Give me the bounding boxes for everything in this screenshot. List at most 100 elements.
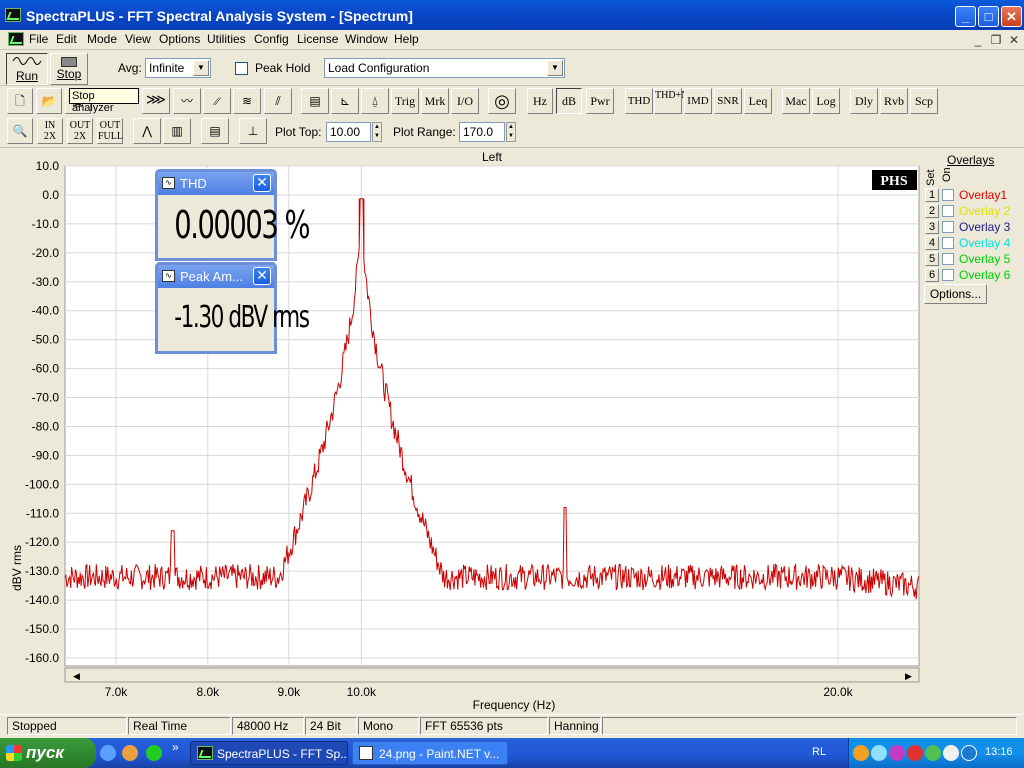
overlay-row[interactable]: 5 Overlay 5 xyxy=(925,252,1023,268)
db-button[interactable]: dB xyxy=(556,88,582,114)
close-button[interactable]: ✕ xyxy=(1001,6,1022,27)
overlay-set-button[interactable]: 4 xyxy=(925,236,939,250)
config-select[interactable]: Load Configuration ▼ xyxy=(324,58,565,78)
scroll-right-icon[interactable]: ▶ xyxy=(905,671,912,681)
tray-network-icon[interactable] xyxy=(871,745,887,761)
settings-panel-button[interactable]: ▤ xyxy=(201,118,229,144)
overlay-set-button[interactable]: 5 xyxy=(925,252,939,266)
peak-amplitude-window[interactable]: ∿ Peak Am... ✕ -1.30 dBV rms xyxy=(155,262,310,354)
clock[interactable]: 13:16 xyxy=(985,746,1013,758)
overlay-set-button[interactable]: 1 xyxy=(925,188,939,202)
menu-options[interactable]: Options xyxy=(159,32,200,46)
overlay-checkbox[interactable] xyxy=(942,253,954,265)
scroll-left-icon[interactable]: ◀ xyxy=(73,671,80,681)
mrk-button[interactable]: Mrk xyxy=(421,88,449,114)
menu-license[interactable]: License xyxy=(297,32,338,46)
signal-generator-button[interactable]: ◎ xyxy=(488,88,516,114)
mdi-minimize-icon[interactable]: _ xyxy=(970,33,986,47)
overlay-checkbox[interactable] xyxy=(942,205,954,217)
menu-view[interactable]: View xyxy=(125,32,151,46)
panel-button[interactable]: ▤ xyxy=(301,88,329,114)
start-button[interactable]: пуск xyxy=(0,738,96,768)
zoom-in-2x-button[interactable]: IN 2X xyxy=(37,118,63,144)
menu-edit[interactable]: Edit xyxy=(56,32,77,46)
io-button[interactable]: I/O xyxy=(451,88,479,114)
mac-button[interactable]: Mac xyxy=(782,88,810,114)
waveform-button[interactable]: 〰 xyxy=(173,88,201,114)
quicklaunch-firefox-icon[interactable] xyxy=(122,745,138,761)
plot-range-input[interactable]: 170.0 xyxy=(459,122,505,142)
zoom-full-button[interactable]: OUT FULL xyxy=(97,118,123,144)
hz-button[interactable]: Hz xyxy=(527,88,553,114)
spectrogram-button[interactable]: ≋ xyxy=(233,88,261,114)
overlay-checkbox[interactable] xyxy=(942,237,954,249)
volume-icon[interactable] xyxy=(943,745,959,761)
overlays-options-button[interactable]: Options... xyxy=(924,284,987,304)
3d-surface-button[interactable]: ⫽ xyxy=(264,88,292,114)
line-plot-button[interactable]: ⋀ xyxy=(133,118,161,144)
cursor-button[interactable]: ⊥ xyxy=(239,118,267,144)
menu-config[interactable]: Config xyxy=(254,32,289,46)
chevron-down-icon[interactable]: ▼ xyxy=(547,60,563,76)
trig-button[interactable]: Trig xyxy=(391,88,419,114)
rvb-button[interactable]: Rvb xyxy=(880,88,908,114)
overlay-checkbox[interactable] xyxy=(942,189,954,201)
bar-plot-button[interactable]: ▥ xyxy=(163,118,191,144)
log-button[interactable]: Log xyxy=(812,88,840,114)
mdi-close-icon[interactable]: ✕ xyxy=(1006,33,1022,47)
minimize-button[interactable]: _ xyxy=(955,6,976,27)
generator-button[interactable]: ⍙ xyxy=(361,88,389,114)
thd-window-titlebar[interactable]: ∿ THD ✕ xyxy=(158,172,274,195)
overlay-row[interactable]: 1 Overlay1 xyxy=(925,188,1023,204)
maximize-button[interactable]: □ xyxy=(978,6,999,27)
avg-select[interactable]: Infinite ▼ xyxy=(145,58,211,78)
peak-hold-checkbox[interactable] xyxy=(235,62,248,75)
overlay-set-button[interactable]: 6 xyxy=(925,268,939,282)
fast-forward-button[interactable]: ⋙ xyxy=(142,88,170,114)
horizontal-scrollbar[interactable] xyxy=(64,667,920,683)
overlay-row[interactable]: 2 Overlay 2 xyxy=(925,204,1023,220)
open-file-button[interactable]: 📂 xyxy=(36,88,62,114)
plot-top-spinner[interactable]: ▲ ▼ xyxy=(372,122,382,142)
tray-media-icon[interactable] xyxy=(889,745,905,761)
tray-update-icon[interactable] xyxy=(925,745,941,761)
overlay-checkbox[interactable] xyxy=(942,221,954,233)
quicklaunch-expand-icon[interactable]: » xyxy=(172,740,179,754)
imd-button[interactable]: IMD xyxy=(684,88,712,114)
mdi-restore-icon[interactable]: ❐ xyxy=(988,33,1004,47)
new-file-button[interactable]: 🗋 xyxy=(7,88,33,114)
menu-help[interactable]: Help xyxy=(394,32,419,46)
quicklaunch-ie-icon[interactable] xyxy=(100,745,116,761)
pwr-button[interactable]: Pwr xyxy=(586,88,614,114)
stop-button[interactable]: Stop xyxy=(50,53,88,85)
scp-button[interactable]: Scp xyxy=(910,88,938,114)
close-icon[interactable]: ✕ xyxy=(253,174,271,192)
ramp-button[interactable]: ⁄⁄ xyxy=(203,88,231,114)
quicklaunch-utorrent-icon[interactable] xyxy=(146,745,162,761)
chevron-down-icon[interactable]: ▼ xyxy=(193,60,209,76)
tray-security-icon[interactable] xyxy=(907,745,923,761)
thd-window[interactable]: ∿ THD ✕ 0.00003 % xyxy=(155,169,311,261)
plot-range-spinner[interactable]: ▲ ▼ xyxy=(506,122,516,142)
thd-button[interactable]: THD xyxy=(625,88,653,114)
menu-window[interactable]: Window xyxy=(345,32,388,46)
plot-top-input[interactable]: 10.00 xyxy=(326,122,371,142)
tray-app-icon[interactable] xyxy=(853,745,869,761)
menu-file[interactable]: File xyxy=(29,32,48,46)
task-spectraplus[interactable]: SpectraPLUS - FFT Sp... xyxy=(190,741,348,765)
task-paintnet[interactable]: 24.png - Paint.NET v... xyxy=(352,741,508,765)
menu-mode[interactable]: Mode xyxy=(87,32,117,46)
close-icon[interactable]: ✕ xyxy=(253,267,271,285)
overlay-row[interactable]: 3 Overlay 3 xyxy=(925,220,1023,236)
peak-window-titlebar[interactable]: ∿ Peak Am... ✕ xyxy=(158,265,274,288)
menu-utilities[interactable]: Utilities xyxy=(207,32,246,46)
scale-button[interactable]: ⊾ xyxy=(331,88,359,114)
spectrum-chart[interactable]: 10.0 0.0 -10.0 -20.0 -30.0 -40.0 -50.0 -60.0 -70… xyxy=(0,148,920,714)
overlay-set-button[interactable]: 2 xyxy=(925,204,939,218)
overlay-checkbox[interactable] xyxy=(942,269,954,281)
language-indicator[interactable]: RL xyxy=(812,746,826,758)
run-button[interactable]: Run xyxy=(6,53,48,85)
zoom-button[interactable]: 🔍 xyxy=(7,118,33,144)
overlay-row[interactable]: 6 Overlay 6 xyxy=(925,268,1023,284)
dly-button[interactable]: Dly xyxy=(850,88,878,114)
